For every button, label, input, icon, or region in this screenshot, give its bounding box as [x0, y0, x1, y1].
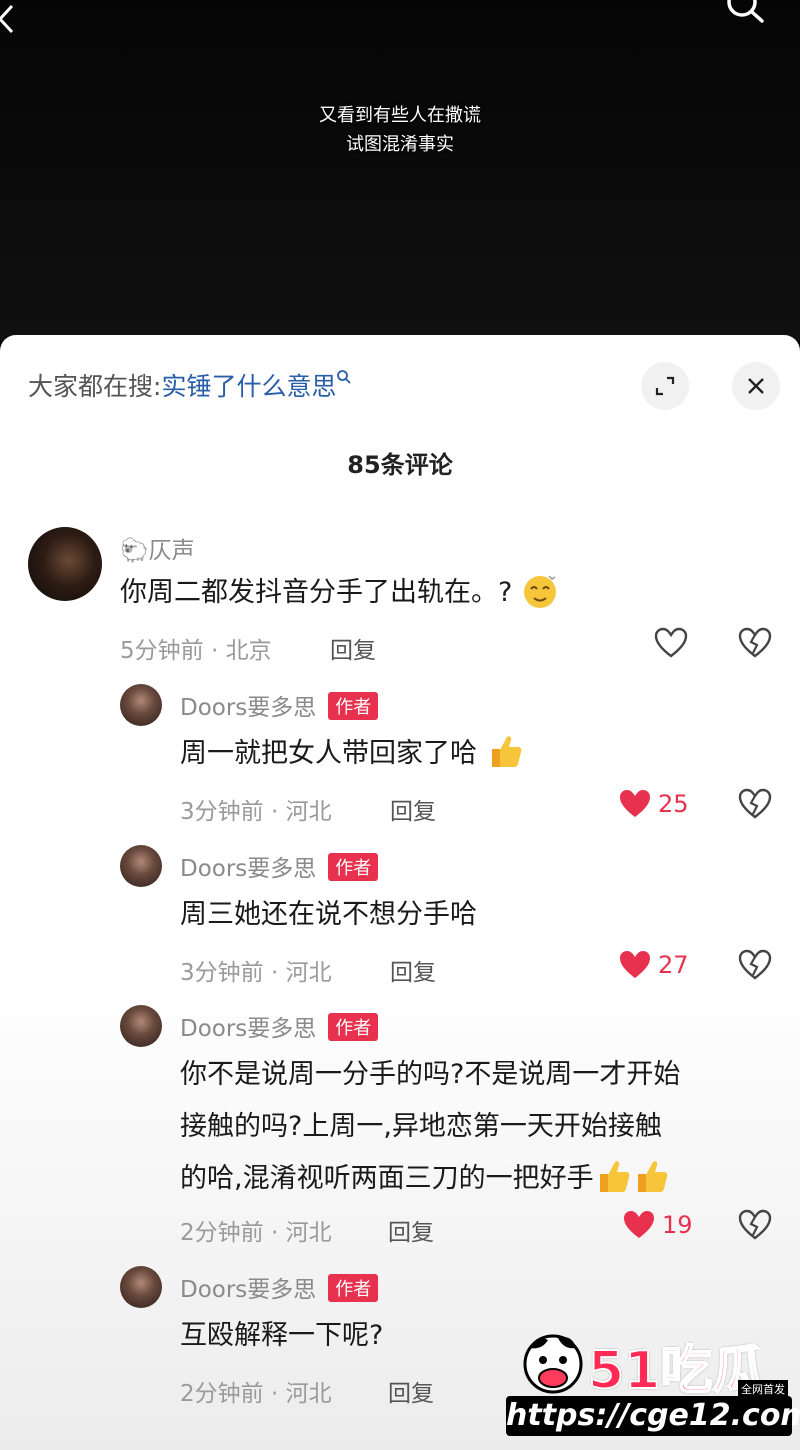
thumbs-up-icon: [599, 1160, 629, 1192]
comment-text-body: 你周二都发抖音分手了出轨在。?: [120, 577, 513, 608]
reply-button[interactable]: 回复: [388, 1374, 434, 1408]
hot-search-link[interactable]: 实锤了什么意思: [161, 372, 336, 401]
avatar[interactable]: [120, 845, 162, 887]
author-badge: 作者: [328, 1013, 379, 1041]
expand-button[interactable]: [641, 362, 689, 410]
avatar[interactable]: [120, 684, 162, 726]
like-button[interactable]: 25: [618, 788, 689, 820]
avatar[interactable]: [120, 1005, 162, 1047]
reply-button[interactable]: 回复: [330, 631, 376, 665]
comment-username: Doors要多思: [180, 856, 317, 882]
reply-button[interactable]: 回复: [390, 792, 436, 826]
comment-meta: 3分钟前 · 河北: [180, 960, 332, 986]
comment-item: Doors要多思 作者 周一就把女人带回家了哈 3分钟前 · 河北 回复 25: [0, 684, 800, 834]
thumbs-up-icon: [637, 1160, 667, 1192]
site-watermark: 51吃瓜 全网首发 https://cge12.com: [500, 1320, 800, 1450]
close-button[interactable]: [732, 362, 780, 410]
like-button[interactable]: [654, 627, 688, 659]
search-small-icon: [337, 370, 352, 384]
comment-text-line: 你不是说周一分手的吗?不是说周一才开始: [180, 1059, 681, 1090]
broken-heart-icon[interactable]: [738, 949, 772, 981]
comment-username-row[interactable]: Doors要多思 作者: [180, 1270, 379, 1304]
comment-text-body: 周一就把女人带回家了哈: [180, 738, 477, 769]
comment-text[interactable]: 周三她还在说不想分手哈: [180, 889, 477, 941]
hot-search-bar[interactable]: 大家都在搜:实锤了什么意思: [28, 367, 352, 403]
comment-sheet: 大家都在搜:实锤了什么意思 85条评论 🐑仄声 你周二都发抖音分手了出轨在。?: [0, 335, 800, 1450]
author-badge: 作者: [328, 692, 379, 720]
comment-username: Doors要多思: [180, 1016, 317, 1042]
comment-text[interactable]: 互殴解释一下呢?: [180, 1310, 383, 1362]
expand-icon: [655, 376, 675, 396]
comment-item: Doors要多思 作者 周三她还在说不想分手哈 3分钟前 · 河北 回复 27: [0, 845, 800, 995]
comment-text[interactable]: 周一就把女人带回家了哈: [180, 728, 524, 780]
comment-meta: 3分钟前 · 河北: [180, 799, 332, 825]
like-count: 19: [662, 1211, 693, 1239]
author-badge: 作者: [328, 853, 379, 881]
like-count: 27: [658, 951, 689, 979]
comment-username[interactable]: 🐑仄声: [120, 531, 195, 565]
comment-meta: 5分钟前 · 北京: [120, 638, 272, 664]
comment-text-line: 接触的吗?上周一,异地恋第一天开始接触: [180, 1111, 662, 1142]
avatar[interactable]: [120, 1266, 162, 1308]
comment-username-row[interactable]: Doors要多思 作者: [180, 688, 379, 722]
video-subtitle-line1: 又看到有些人在撒谎: [319, 105, 481, 126]
heart-filled-icon: [620, 790, 650, 817]
comment-count: 85条评论: [347, 451, 453, 479]
broken-heart-icon[interactable]: [738, 788, 772, 820]
comment-username-row[interactable]: Doors要多思 作者: [180, 1009, 379, 1043]
video-player[interactable]: 又看到有些人在撒谎 试图混淆事实: [0, 0, 800, 340]
author-badge: 作者: [328, 1274, 379, 1302]
comment-item: Doors要多思 作者 你不是说周一分手的吗?不是说周一才开始 接触的吗?上周一,…: [0, 1005, 800, 1255]
comment-meta: 2分钟前 · 河北: [180, 1381, 332, 1407]
close-icon: [748, 378, 764, 394]
like-button[interactable]: 19: [622, 1209, 693, 1241]
thumbs-up-icon: [491, 735, 521, 767]
like-count: 25: [658, 790, 689, 818]
cow-mascot-icon: [523, 1334, 583, 1394]
broken-heart-icon[interactable]: [738, 627, 772, 659]
like-button[interactable]: 27: [618, 949, 689, 981]
comment-text[interactable]: 你不是说周一分手的吗?不是说周一才开始 接触的吗?上周一,异地恋第一天开始接触 …: [180, 1049, 780, 1205]
dizzy-face-emoji-icon: [523, 574, 556, 608]
hot-search-prefix: 大家都在搜:: [28, 372, 162, 401]
reply-button[interactable]: 回复: [388, 1213, 434, 1247]
comment-meta: 2分钟前 · 河北: [180, 1220, 332, 1246]
comment-text-line-3: 的哈,混淆视听两面三刀的一把好手: [180, 1153, 780, 1205]
reply-button[interactable]: 回复: [390, 953, 436, 987]
watermark-url: https://cge12.com: [506, 1396, 800, 1436]
heart-filled-icon: [624, 1211, 654, 1238]
heart-filled-icon: [620, 951, 650, 978]
avatar[interactable]: [28, 527, 102, 601]
comment-username-row[interactable]: Doors要多思 作者: [180, 849, 379, 883]
comment-username: Doors要多思: [180, 695, 317, 721]
comment-item: 🐑仄声 你周二都发抖音分手了出轨在。? 5分钟前 · 北京 回复: [0, 527, 800, 677]
video-subtitle-line2: 试图混淆事实: [346, 134, 454, 155]
back-icon[interactable]: [0, 4, 18, 34]
heart-outline-icon: [654, 627, 688, 658]
broken-heart-icon[interactable]: [738, 1209, 772, 1241]
comment-username: Doors要多思: [180, 1277, 317, 1303]
search-icon[interactable]: [722, 0, 768, 30]
comment-text-body: 的哈,混淆视听两面三刀的一把好手: [180, 1163, 594, 1194]
comment-text[interactable]: 你周二都发抖音分手了出轨在。?: [120, 567, 559, 619]
